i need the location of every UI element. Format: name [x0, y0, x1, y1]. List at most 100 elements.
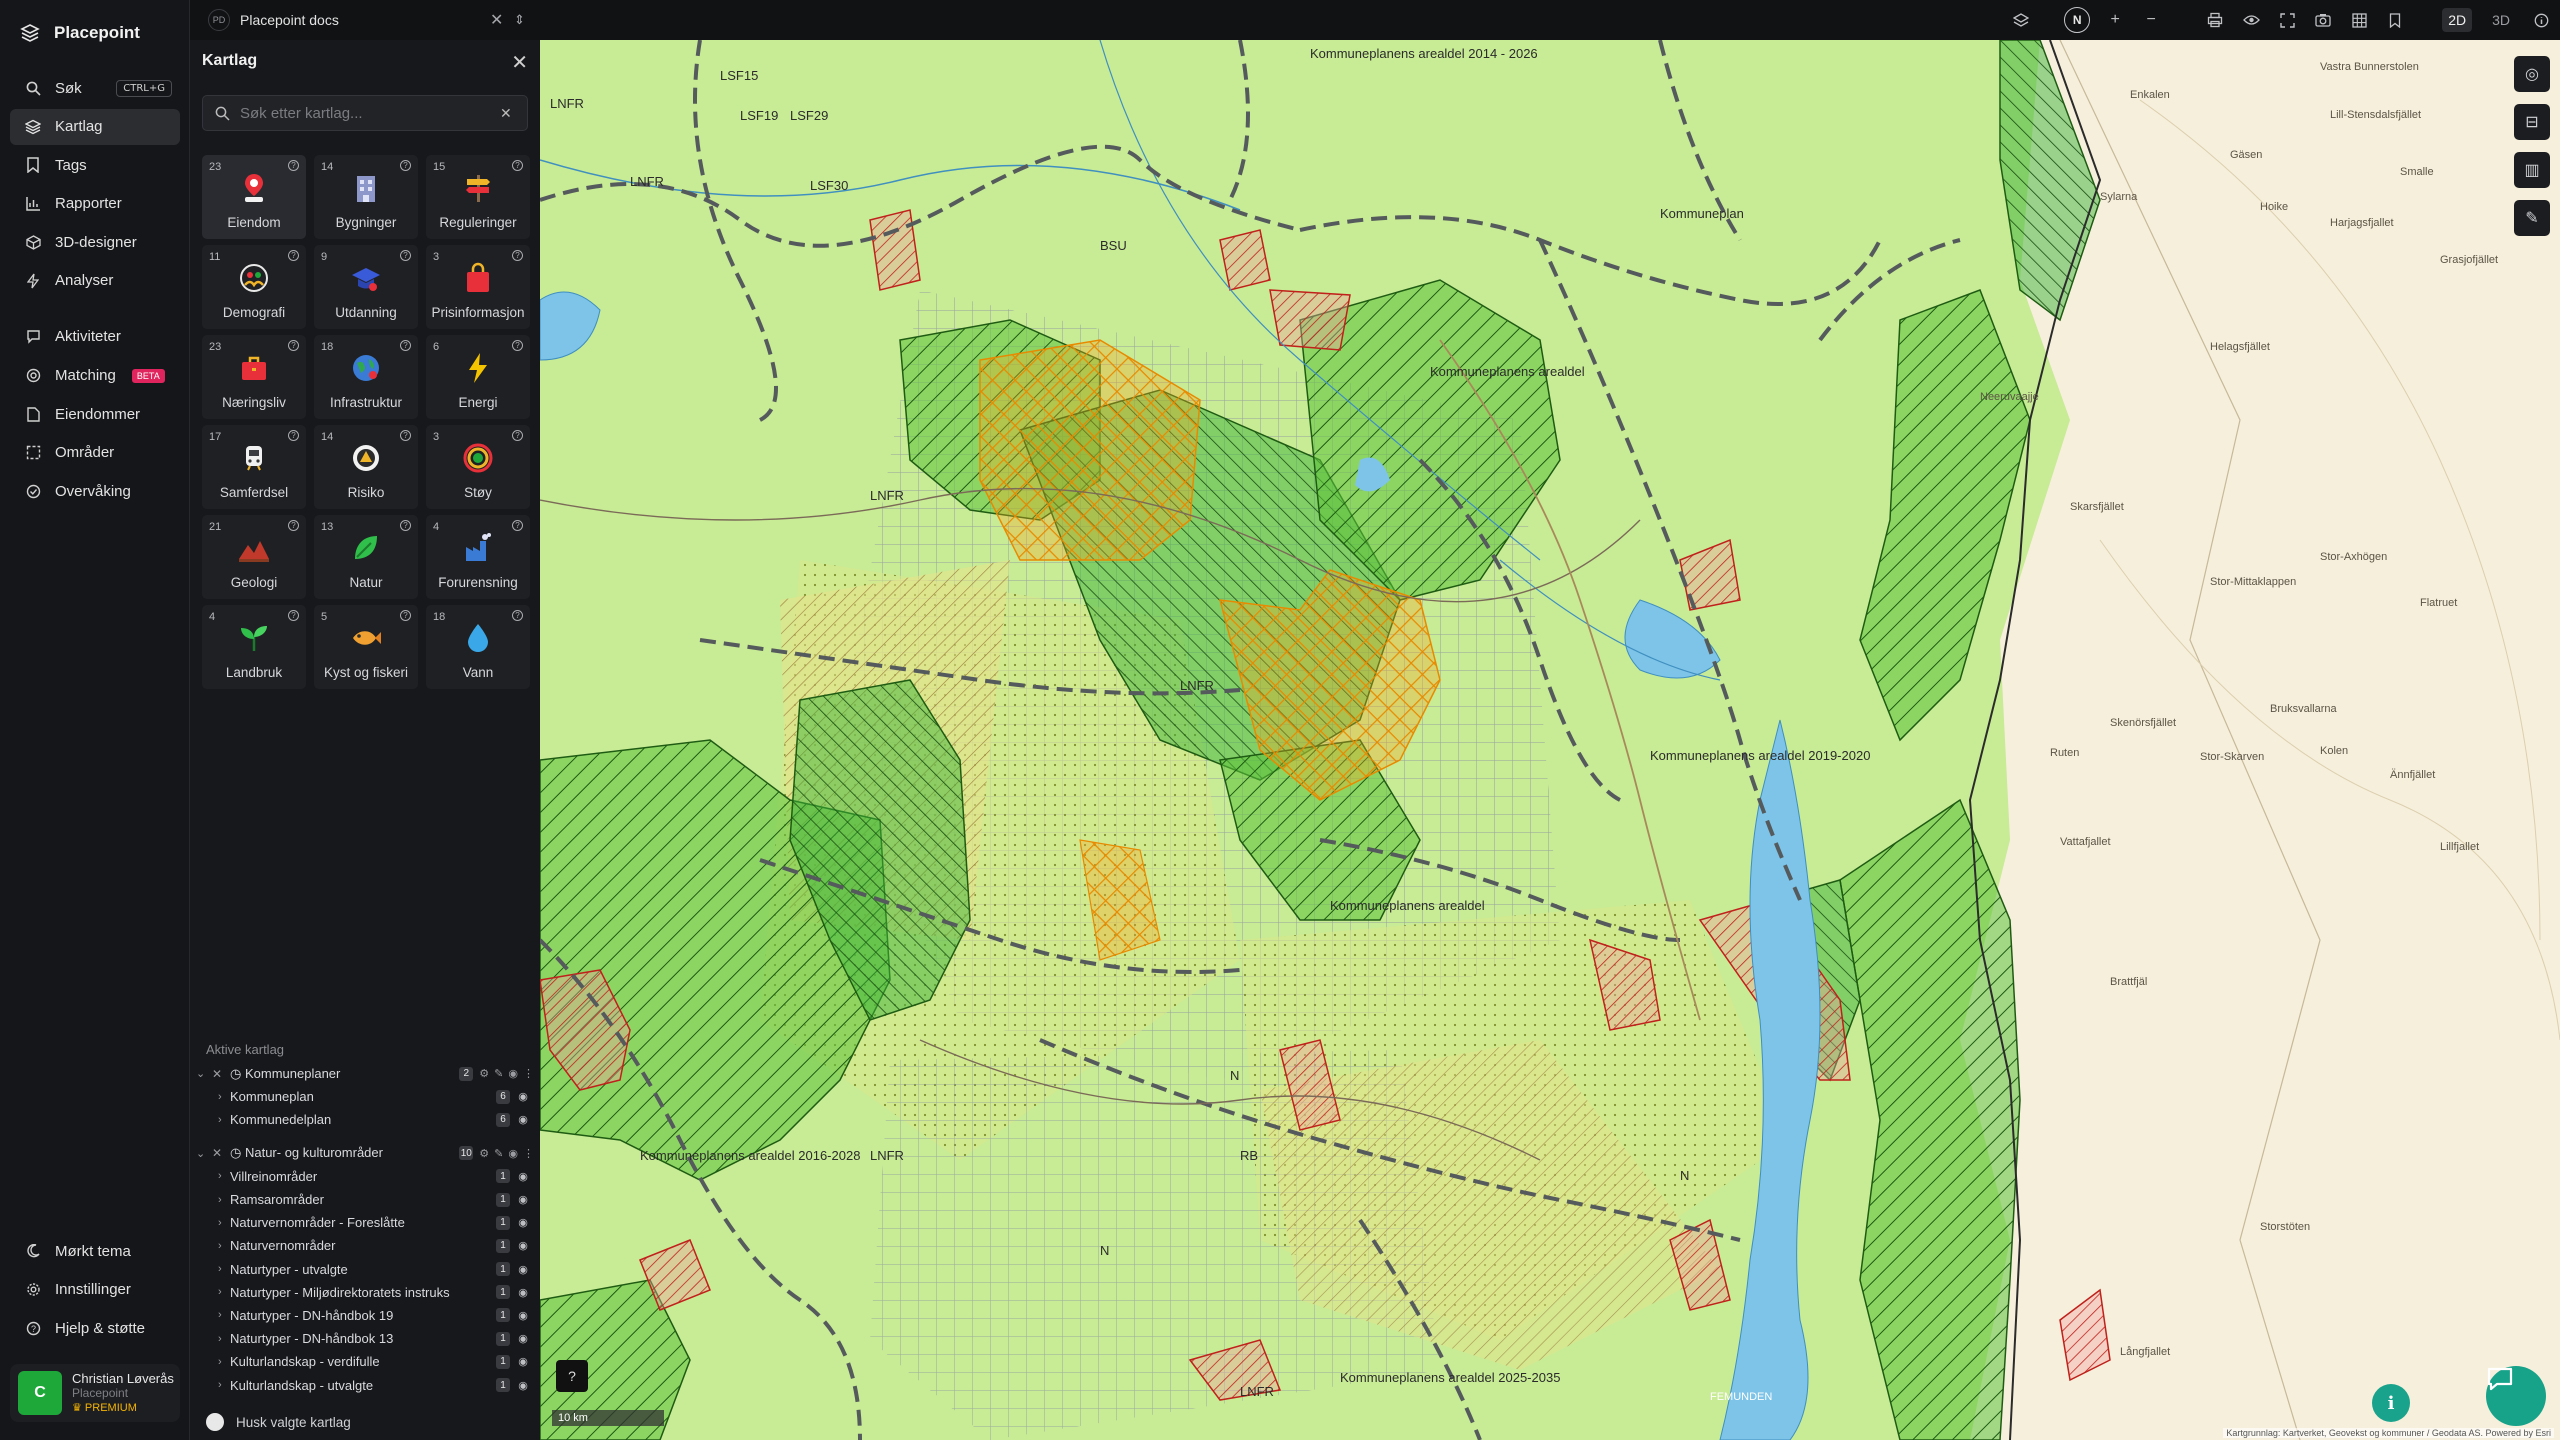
tab-switch-icon[interactable]: ⇕ [514, 12, 525, 28]
nav-item-aktiviteter[interactable]: Aktiviteter [10, 319, 180, 355]
layer-row[interactable]: › Villreinområder 1 ◉ [190, 1165, 540, 1188]
category-tile-energi[interactable]: 6? Energi [426, 335, 530, 419]
layer-group-row[interactable]: ⌄ ✕ ◷ Kommuneplaner 2 ⚙ ✎ ◉ ⋮ [190, 1062, 540, 1085]
category-tile-geologi[interactable]: 21? Geologi [202, 515, 306, 599]
info-icon[interactable]: ? [288, 520, 299, 531]
info-icon[interactable]: ? [512, 160, 523, 171]
print-icon[interactable] [2204, 9, 2226, 31]
eye-icon[interactable] [2240, 9, 2262, 31]
layers-toggle-icon[interactable] [2010, 9, 2032, 31]
info-icon[interactable]: ? [512, 250, 523, 261]
info-icon[interactable]: ? [512, 520, 523, 531]
chevron-right-icon[interactable]: › [218, 1114, 230, 1126]
eye-icon[interactable]: ◉ [508, 1147, 518, 1160]
nav-item-kartlag[interactable]: Kartlag [10, 108, 180, 145]
category-tile-eiendom[interactable]: 23? Eiendom [202, 155, 306, 239]
layer-row[interactable]: › Naturtyper - DN-håndbok 13 1 ◉ [190, 1327, 540, 1350]
info-icon[interactable]: ? [400, 430, 411, 441]
layer-row[interactable]: › Kulturlandskap - utvalgte 1 ◉ [190, 1373, 540, 1396]
nav-item-sok[interactable]: Søk CTRL+G [10, 70, 180, 106]
layer-row[interactable]: › Naturtyper - Miljødirektoratets instruk… [190, 1281, 540, 1304]
visibility-eye-icon[interactable]: ◉ [516, 1332, 530, 1345]
chevron-right-icon[interactable]: › [218, 1286, 230, 1298]
info-icon[interactable]: ? [512, 610, 523, 621]
settings-icon[interactable]: ⚙ [479, 1067, 489, 1080]
category-tile-st-y[interactable]: 3? Støy [426, 425, 530, 509]
layer-row[interactable]: › Kommunedelplan 6 ◉ [190, 1108, 540, 1131]
chevron-right-icon[interactable]: › [218, 1091, 230, 1103]
layer-row[interactable]: › Naturvernområder 1 ◉ [190, 1234, 540, 1257]
map-layer-tool-icon[interactable]: ◎ [2514, 56, 2550, 92]
layer-row[interactable]: › Kulturlandskap - verdifulle 1 ◉ [190, 1350, 540, 1373]
category-tile-reguleringer[interactable]: 15? Reguleringer [426, 155, 530, 239]
nav-item-eiendommer[interactable]: Eiendommer [10, 396, 180, 432]
map-help-button[interactable]: ? [556, 1360, 588, 1392]
document-tab[interactable]: PD Placepoint docs [208, 6, 339, 34]
info-icon[interactable]: ? [400, 610, 411, 621]
category-tile-vann[interactable]: 18? Vann [426, 605, 530, 689]
info-icon[interactable]: ? [288, 160, 299, 171]
zoom-in-icon[interactable]: + [2104, 9, 2126, 31]
mode-2d-button[interactable]: 2D [2442, 8, 2473, 32]
nav-item-omrader[interactable]: Områder [10, 435, 180, 471]
layer-row[interactable]: › Naturtyper - utvalgte 1 ◉ [190, 1258, 540, 1281]
visibility-eye-icon[interactable]: ◉ [516, 1379, 530, 1392]
nav-item-matching[interactable]: Matching BETA [10, 358, 180, 394]
nav-item-dark-theme[interactable]: Mørkt tema [10, 1233, 180, 1269]
clear-search-icon[interactable]: ✕ [500, 105, 512, 122]
visibility-eye-icon[interactable]: ◉ [516, 1286, 530, 1299]
layer-row[interactable]: › Kommuneplan 6 ◉ [190, 1085, 540, 1108]
more-icon[interactable]: ⋮ [523, 1147, 534, 1160]
info-icon[interactable]: ? [288, 340, 299, 351]
visibility-eye-icon[interactable]: ◉ [516, 1216, 530, 1229]
close-tab-icon[interactable]: ✕ [490, 10, 503, 30]
category-tile-kyst-og-fiskeri[interactable]: 5? Kyst og fiskeri [314, 605, 418, 689]
chevron-down-icon[interactable]: ⌄ [196, 1147, 208, 1160]
category-tile-natur[interactable]: 13? Natur [314, 515, 418, 599]
info-icon[interactable]: ? [400, 250, 411, 261]
remember-layers-toggle[interactable]: Husk valgte kartlag [206, 1413, 351, 1431]
draw-tool-icon[interactable]: ✎ [2514, 200, 2550, 236]
info-icon[interactable]: ? [512, 430, 523, 441]
visibility-eye-icon[interactable]: ◉ [516, 1113, 530, 1126]
category-tile-samferdsel[interactable]: 17? Samferdsel [202, 425, 306, 509]
chevron-right-icon[interactable]: › [218, 1194, 230, 1206]
measure-tool-icon[interactable]: ⊟ [2514, 104, 2550, 140]
chevron-right-icon[interactable]: › [218, 1379, 230, 1391]
category-tile-n-ringsliv[interactable]: 23? Næringsliv [202, 335, 306, 419]
map-canvas[interactable]: Kommuneplanens arealdel 2014 - 2026 Komm… [540, 40, 2560, 1440]
nav-item-rapporter[interactable]: Rapporter [10, 186, 180, 222]
category-tile-utdanning[interactable]: 9? Utdanning [314, 245, 418, 329]
visibility-eye-icon[interactable]: ◉ [516, 1355, 530, 1368]
eye-icon[interactable]: ◉ [508, 1067, 518, 1080]
edit-icon[interactable]: ✎ [494, 1147, 503, 1160]
nav-item-help[interactable]: ? Hjelp & støtte [10, 1310, 180, 1346]
chevron-right-icon[interactable]: › [218, 1333, 230, 1345]
category-tile-infrastruktur[interactable]: 18? Infrastruktur [314, 335, 418, 419]
nav-item-analyser[interactable]: Analyser [10, 263, 180, 299]
bookmark-icon[interactable] [2384, 9, 2406, 31]
visibility-eye-icon[interactable]: ◉ [516, 1309, 530, 1322]
category-tile-forurensning[interactable]: 4? Forurensning [426, 515, 530, 599]
info-icon[interactable]: ? [400, 160, 411, 171]
toggle-switch[interactable] [206, 1413, 224, 1431]
info-icon[interactable]: ? [512, 340, 523, 351]
remove-group-icon[interactable]: ✕ [212, 1146, 226, 1160]
info-icon[interactable]: ? [288, 430, 299, 441]
edit-icon[interactable]: ✎ [494, 1067, 503, 1080]
chat-button[interactable] [2486, 1366, 2546, 1426]
nav-item-3d-designer[interactable]: 3D-designer [10, 224, 180, 260]
visibility-eye-icon[interactable]: ◉ [516, 1263, 530, 1276]
fullscreen-icon[interactable] [2276, 9, 2298, 31]
settings-icon[interactable]: ⚙ [479, 1147, 489, 1160]
nav-item-tags[interactable]: Tags [10, 147, 180, 183]
chevron-right-icon[interactable]: › [218, 1217, 230, 1229]
remove-group-icon[interactable]: ✕ [212, 1067, 226, 1081]
user-card[interactable]: C Christian Løverås Placepoint ♛ PREMIUM [10, 1364, 180, 1422]
nav-item-overvaking[interactable]: Overvåking [10, 473, 180, 509]
info-icon[interactable]: ? [288, 250, 299, 261]
visibility-eye-icon[interactable]: ◉ [516, 1239, 530, 1252]
info-icon[interactable]: ? [400, 520, 411, 531]
stats-tool-icon[interactable]: ▥ [2514, 152, 2550, 188]
chevron-right-icon[interactable]: › [218, 1240, 230, 1252]
